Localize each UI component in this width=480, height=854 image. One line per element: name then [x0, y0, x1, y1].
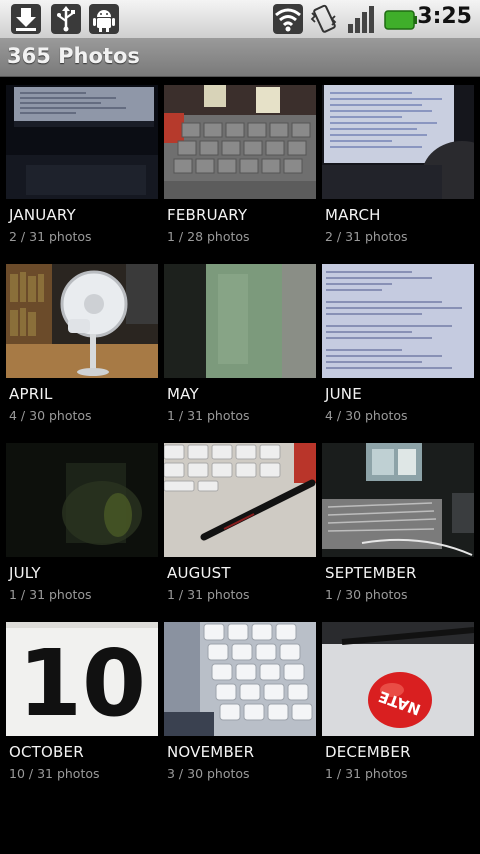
month-thumbnail — [322, 264, 474, 378]
month-name: JANUARY — [9, 206, 76, 224]
usb-icon — [51, 4, 81, 34]
month-name: SEPTEMBER — [325, 564, 417, 582]
month-name: APRIL — [9, 385, 53, 403]
month-thumbnail — [164, 443, 316, 557]
photo-count: 1 / 28 photos — [167, 229, 250, 244]
month-tile-december[interactable]: NATE DECEMBER 1 / 31 photos — [322, 622, 474, 792]
download-icon — [11, 4, 41, 34]
month-tile-september[interactable]: SEPTEMBER 1 / 30 photos — [322, 443, 474, 613]
android-debug-icon — [89, 4, 119, 34]
month-name: DECEMBER — [325, 743, 411, 761]
month-tile-february[interactable]: FEBRUARY 1 / 28 photos — [164, 85, 316, 255]
photo-count: 10 / 31 photos — [9, 766, 100, 781]
month-thumbnail — [164, 85, 316, 199]
vibrate-icon — [310, 4, 337, 33]
photo-count: 1 / 31 photos — [167, 587, 250, 602]
month-name: JULY — [9, 564, 41, 582]
app-title-bar: 365 Photos — [0, 38, 480, 77]
month-tile-april[interactable]: APRIL 4 / 30 photos — [6, 264, 158, 434]
month-tile-may[interactable]: MAY 1 / 31 photos — [164, 264, 316, 434]
status-bar: 3:25 — [0, 0, 480, 39]
month-thumbnail — [6, 443, 158, 557]
month-thumbnail — [6, 85, 158, 199]
photo-count: 2 / 31 photos — [9, 229, 92, 244]
photo-count: 3 / 30 photos — [167, 766, 250, 781]
month-thumbnail — [322, 443, 474, 557]
photo-count: 4 / 30 photos — [9, 408, 92, 423]
clock-time: 3:25 — [417, 4, 472, 29]
photo-count: 1 / 31 photos — [325, 766, 408, 781]
month-name: NOVEMBER — [167, 743, 255, 761]
month-tile-july[interactable]: JULY 1 / 31 photos — [6, 443, 158, 613]
month-name: MAY — [167, 385, 199, 403]
month-thumbnail: 10 — [6, 622, 158, 736]
october-thumb-number: 10 — [18, 630, 146, 736]
month-tile-march[interactable]: MARCH 2 / 31 photos — [322, 85, 474, 255]
month-thumbnail — [322, 85, 474, 199]
photo-count: 1 / 31 photos — [9, 587, 92, 602]
month-thumbnail — [164, 264, 316, 378]
month-tile-november[interactable]: NOVEMBER 3 / 30 photos — [164, 622, 316, 792]
month-name: FEBRUARY — [167, 206, 248, 224]
month-name: JUNE — [325, 385, 362, 403]
photo-count: 4 / 30 photos — [325, 408, 408, 423]
page-title: 365 Photos — [7, 44, 140, 68]
wifi-icon — [273, 4, 303, 34]
month-name: AUGUST — [167, 564, 231, 582]
month-tile-october[interactable]: 10 OCTOBER 10 / 31 photos — [6, 622, 158, 792]
month-thumbnail — [6, 264, 158, 378]
month-name: MARCH — [325, 206, 381, 224]
month-name: OCTOBER — [9, 743, 84, 761]
photo-count: 1 / 31 photos — [167, 408, 250, 423]
month-tile-june[interactable]: JUNE 4 / 30 photos — [322, 264, 474, 434]
battery-icon — [384, 10, 417, 30]
photo-count: 2 / 31 photos — [325, 229, 408, 244]
month-thumbnail — [164, 622, 316, 736]
month-tile-august[interactable]: AUGUST 1 / 31 photos — [164, 443, 316, 613]
month-thumbnail: NATE — [322, 622, 474, 736]
signal-icon — [348, 6, 374, 33]
photo-count: 1 / 30 photos — [325, 587, 408, 602]
month-tile-january[interactable]: JANUARY 2 / 31 photos — [6, 85, 158, 255]
